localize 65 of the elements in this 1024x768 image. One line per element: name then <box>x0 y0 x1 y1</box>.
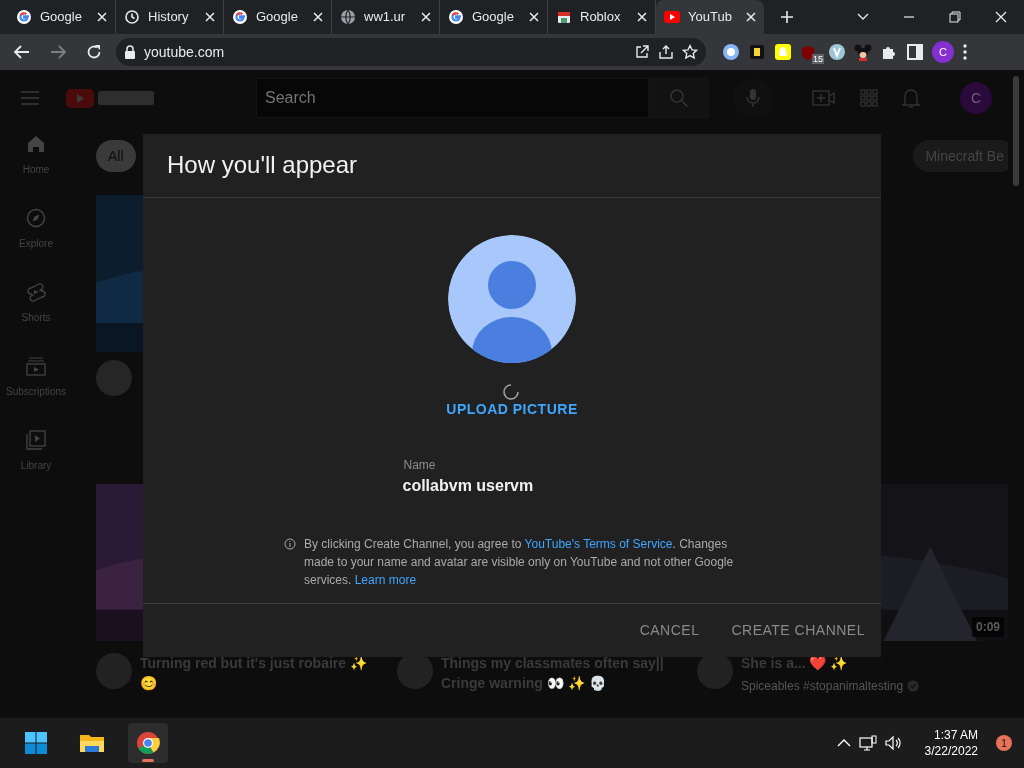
more-menu-icon[interactable] <box>962 43 968 61</box>
text-link[interactable]: Learn more <box>354 573 417 587</box>
shorts-icon <box>26 282 46 302</box>
browser-tab[interactable]: YouTub <box>656 0 764 34</box>
create-channel-button[interactable]: CREATE CHANNEL <box>723 612 873 649</box>
close-icon[interactable] <box>746 12 756 22</box>
clock-icon <box>124 9 140 25</box>
browser-icon <box>136 731 160 755</box>
search-field[interactable]: Search <box>256 78 649 118</box>
video-duration: 0:09 <box>971 617 1004 637</box>
open-external-icon[interactable] <box>634 44 650 60</box>
extension-badge: 15 <box>812 54 824 64</box>
close-icon[interactable] <box>97 12 107 22</box>
close-icon[interactable] <box>205 12 215 22</box>
profile-button[interactable]: C <box>932 41 954 63</box>
taskbar-date[interactable]: 3/22/2022 <box>924 743 978 759</box>
chevron-up-icon[interactable] <box>836 738 851 748</box>
avatar-placeholder-icon[interactable] <box>448 235 576 363</box>
dialog-title: How you'll appear <box>167 151 358 180</box>
google-icon <box>448 9 464 25</box>
reload-icon <box>85 43 103 61</box>
microphone-icon <box>746 88 760 108</box>
globe-icon <box>340 9 356 25</box>
extension-icon[interactable] <box>828 43 846 61</box>
back-arrow-icon <box>13 43 31 61</box>
library-icon <box>26 430 46 450</box>
close-icon[interactable] <box>313 12 323 22</box>
notification-badge[interactable]: 1 <box>996 735 1012 751</box>
close-icon[interactable] <box>529 12 539 22</box>
field-label: Name <box>403 458 436 472</box>
cancel-button[interactable]: CANCEL <box>631 612 708 649</box>
share-icon[interactable] <box>658 44 674 60</box>
mouse-character-icon[interactable] <box>854 43 872 61</box>
close-icon[interactable] <box>421 12 431 22</box>
game-icon <box>556 9 572 25</box>
info-icon <box>284 538 296 550</box>
close-icon <box>994 10 1008 24</box>
windows-logo-icon <box>24 731 48 755</box>
upload-picture-link[interactable]: UPLOAD PICTURE <box>446 399 578 420</box>
extension-icon[interactable] <box>774 43 792 61</box>
restore-icon <box>948 10 962 24</box>
extension-icon[interactable] <box>722 43 740 61</box>
plus-icon <box>780 10 794 24</box>
google-icon <box>232 9 248 25</box>
taskbar-time[interactable]: 1:37 AM <box>933 727 978 743</box>
subscriptions-icon <box>26 356 46 376</box>
taskbar-app[interactable] <box>128 723 168 763</box>
google-icon <box>16 9 32 25</box>
speaker-icon[interactable] <box>884 735 903 751</box>
forward-arrow-icon <box>49 43 67 61</box>
folder-icon <box>79 732 105 754</box>
search-icon <box>669 88 689 108</box>
youtube-icon <box>664 9 680 25</box>
lock-icon <box>124 45 136 59</box>
consent-notice: By clicking Create Channel, you agree to YouTube's Terms of Service. Changes made to your name and avatar are visible only on YouTube and not other Google services. Learn more <box>304 536 735 589</box>
extension-icon[interactable] <box>748 43 766 61</box>
scrollbar-thumb[interactable] <box>1013 76 1019 186</box>
network-icon[interactable] <box>858 735 877 751</box>
menu-icon <box>20 90 40 106</box>
close-icon[interactable] <box>637 12 647 22</box>
star-icon[interactable] <box>682 44 698 60</box>
home-icon <box>26 134 46 154</box>
text-link[interactable]: YouTube's Terms of Service <box>524 537 673 551</box>
side-panel-icon[interactable] <box>906 43 924 61</box>
compass-icon <box>26 208 46 228</box>
